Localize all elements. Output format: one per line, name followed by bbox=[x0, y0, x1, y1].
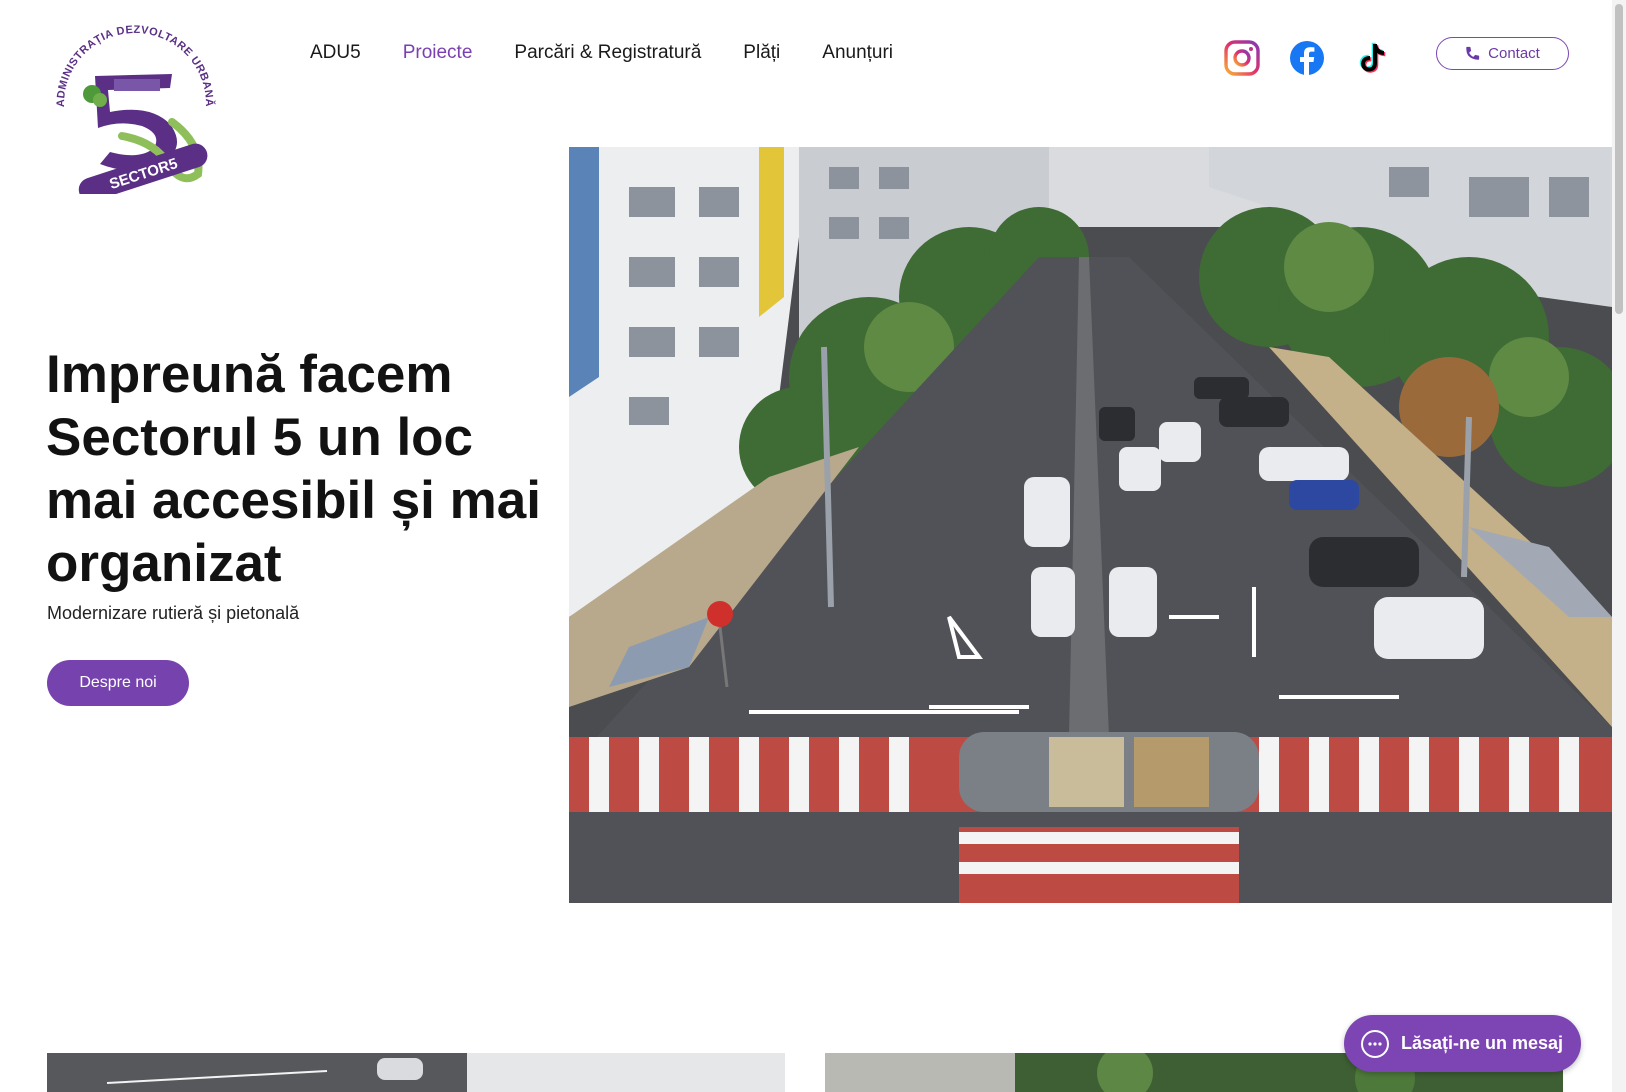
about-button[interactable]: Despre noi bbox=[47, 660, 189, 706]
phone-icon bbox=[1466, 46, 1480, 60]
chat-label: Lăsați-ne un mesaj bbox=[1401, 1033, 1564, 1053]
hero-image bbox=[569, 147, 1612, 903]
svg-text:ADMINISTRAȚIA DEZVOLTARE URBAN: ADMINISTRAȚIA DEZVOLTARE URBANĂ bbox=[55, 24, 216, 107]
hero-subtitle: Modernizare rutieră și pietonală bbox=[47, 603, 300, 623]
page-scrollbar[interactable] bbox=[1612, 0, 1626, 1092]
nav-item-adu5[interactable]: ADU5 bbox=[310, 42, 361, 64]
scrollbar-thumb[interactable] bbox=[1615, 4, 1623, 314]
chat-bubble-icon bbox=[1361, 1029, 1389, 1058]
nav-item-proiecte[interactable]: Proiecte bbox=[403, 42, 473, 64]
nav-item-plati[interactable]: Plăți bbox=[743, 42, 780, 64]
facebook-icon[interactable] bbox=[1287, 38, 1327, 78]
tiktok-icon[interactable] bbox=[1352, 38, 1392, 78]
logo-arc-text: ADMINISTRAȚIA DEZVOLTARE URBANĂ bbox=[55, 24, 216, 107]
chat-widget-button[interactable]: Lăsați-ne un mesaj bbox=[1344, 1015, 1581, 1072]
nav-item-anunturi[interactable]: Anunțuri bbox=[822, 42, 893, 64]
adu5-logo[interactable]: ADMINISTRAȚIA DEZVOLTARE URBANĂ SECTOR5 bbox=[50, 24, 216, 202]
contact-button[interactable]: Contact bbox=[1436, 37, 1569, 70]
contact-label: Contact bbox=[1488, 45, 1540, 62]
hero-headline: Impreună facem Sectorul 5 un loc mai acc… bbox=[46, 345, 541, 593]
project-card-left[interactable] bbox=[47, 1053, 785, 1092]
main-nav: ADU5 Proiecte Parcări & Registratură Plă… bbox=[310, 42, 935, 64]
nav-item-parcari-registratura[interactable]: Parcări & Registratură bbox=[514, 42, 701, 64]
instagram-icon[interactable] bbox=[1222, 38, 1262, 78]
